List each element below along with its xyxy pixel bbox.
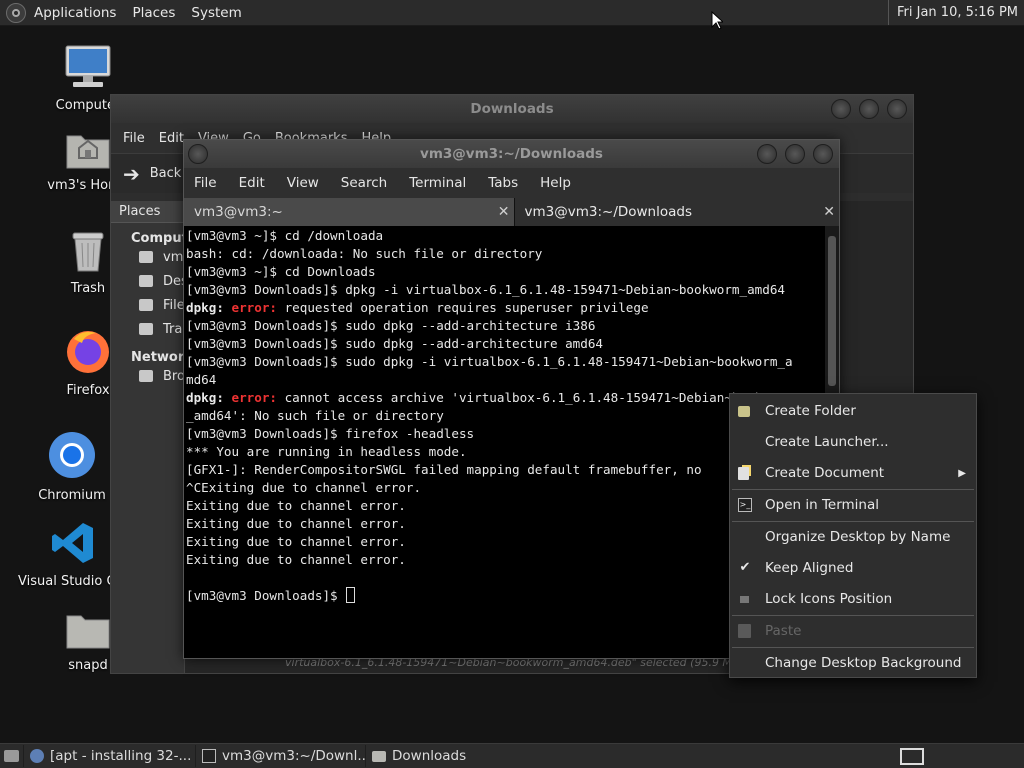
terminal-line: [vm3@vm3 Downloads]$ sudo dpkg -i virtua… [186, 354, 793, 369]
file-manager-titlebar[interactable]: Downloads [111, 95, 913, 123]
menu-item-organize-desktop[interactable]: Organize Desktop by Name [730, 522, 976, 553]
menu-item-open-terminal[interactable]: >_ Open in Terminal [730, 490, 976, 521]
menu-terminal[interactable]: Terminal [409, 175, 466, 191]
close-tab-icon[interactable]: ✕ [498, 198, 510, 226]
close-button[interactable] [887, 99, 907, 119]
terminal-line: [vm3@vm3 ~]$ cd /downloada [186, 228, 384, 243]
terminal-icon [202, 749, 216, 763]
trash-icon [72, 232, 104, 272]
applications-menu[interactable]: Applications [26, 5, 124, 21]
minimize-button[interactable] [757, 144, 777, 164]
system-menu[interactable]: System [183, 5, 249, 21]
close-button[interactable] [813, 144, 833, 164]
top-panel: Applications Places System Fri Jan 10, 5… [0, 0, 1024, 26]
home-icon [139, 251, 153, 263]
terminal-line: [vm3@vm3 Downloads]$ sudo dpkg --add-arc… [186, 336, 604, 351]
menu-file[interactable]: File [194, 175, 217, 191]
menu-edit[interactable]: Edit [159, 131, 184, 146]
workspace-switcher[interactable] [900, 748, 924, 765]
vscode-icon [52, 523, 93, 563]
paste-icon [738, 624, 751, 638]
back-arrow-icon[interactable]: ➔ [123, 162, 140, 186]
home-folder-icon [66, 135, 110, 169]
firefox-icon [67, 331, 109, 373]
menu-file[interactable]: File [123, 131, 145, 146]
trash-icon [139, 323, 153, 335]
menu-item-paste: Paste [730, 616, 976, 647]
scrollbar-thumb[interactable] [828, 236, 836, 386]
window-menu-button[interactable] [188, 144, 208, 164]
terminal-line: [vm3@vm3 ~]$ cd Downloads [186, 264, 376, 279]
terminal-cursor [346, 587, 356, 603]
maximize-button[interactable] [859, 99, 879, 119]
sidebar-item-trash[interactable]: Trash [111, 318, 184, 342]
places-sidebar: Places Computer vm3 Desktop File System … [111, 201, 185, 673]
tab-home[interactable]: vm3@vm3:~ ✕ [184, 198, 514, 226]
submenu-arrow-icon: ▶ [958, 468, 966, 479]
terminal-line: [vm3@vm3 Downloads]$ sudo dpkg --add-arc… [186, 318, 596, 333]
browser-icon [30, 749, 44, 763]
taskbar-item-browser[interactable]: [apt - installing 32-... [24, 745, 196, 767]
lock-icon [740, 596, 749, 603]
sidebar-section-network: Network [131, 350, 185, 365]
menu-item-create-document[interactable]: Create Document ▶ [730, 458, 976, 489]
maximize-button[interactable] [785, 144, 805, 164]
menu-item-create-launcher[interactable]: Create Launcher... [730, 427, 976, 458]
sidebar-item-browse-network[interactable]: Browse Network [111, 365, 184, 389]
drive-icon [139, 299, 153, 311]
desktop-icon [139, 275, 153, 287]
desktop-context-menu: Create Folder Create Launcher... Create … [729, 393, 977, 678]
terminal-menubar: File Edit View Search Terminal Tabs Help [184, 168, 839, 198]
terminal-titlebar[interactable]: vm3@vm3:~/Downloads [184, 140, 839, 168]
tab-label: vm3@vm3:~/Downloads [524, 204, 693, 220]
menu-item-change-background[interactable]: Change Desktop Background [730, 648, 976, 679]
taskbar-item-terminal[interactable]: vm3@vm3:~/Downl... [196, 745, 366, 767]
tab-downloads[interactable]: vm3@vm3:~/Downloads ✕ [513, 198, 839, 226]
terminal-tab-bar: vm3@vm3:~ ✕ vm3@vm3:~/Downloads ✕ [184, 198, 839, 226]
close-tab-icon[interactable]: ✕ [823, 198, 835, 226]
menu-search[interactable]: Search [341, 175, 387, 191]
folder-icon [372, 751, 386, 762]
checkmark-icon: ✔ [739, 560, 751, 575]
sidebar-item-desktop[interactable]: Desktop [111, 270, 184, 294]
bottom-panel: [apt - installing 32-... vm3@vm3:~/Downl… [0, 743, 1024, 768]
taskbar-item-downloads[interactable]: Downloads [366, 745, 536, 767]
new-document-icon [738, 467, 749, 480]
menu-item-lock-icons[interactable]: Lock Icons Position [730, 584, 976, 615]
distro-logo-icon[interactable] [6, 2, 26, 23]
new-folder-icon [738, 406, 750, 417]
window-title: vm3@vm3:~/Downloads [420, 146, 603, 162]
clock[interactable]: Fri Jan 10, 5:16 PM [888, 0, 1024, 25]
terminal-line: dpkg: error: requested operation require… [186, 300, 649, 315]
terminal-line: [vm3@vm3 Downloads]$ dpkg -i virtualbox-… [186, 282, 785, 297]
menu-item-create-folder[interactable]: Create Folder [730, 396, 976, 427]
terminal-icon: >_ [738, 498, 752, 512]
back-button[interactable]: Back [150, 166, 182, 181]
sidebar-item-home[interactable]: vm3 [111, 246, 184, 270]
desktop-icon [4, 750, 19, 762]
network-icon [139, 370, 153, 382]
menu-item-keep-aligned[interactable]: ✔ Keep Aligned [730, 553, 976, 584]
menu-view[interactable]: View [287, 175, 319, 191]
terminal-line: md64 [186, 372, 217, 387]
tab-label: vm3@vm3:~ [194, 204, 283, 220]
folder-icon [66, 615, 110, 649]
sidebar-section-computer: Computer [131, 231, 184, 246]
mouse-pointer-icon [711, 11, 723, 30]
minimize-button[interactable] [831, 99, 851, 119]
show-desktop-button[interactable] [0, 745, 24, 767]
terminal-line: bash: cd: /downloada: No such file or di… [186, 246, 543, 261]
computer-icon [65, 45, 111, 87]
menu-edit[interactable]: Edit [239, 175, 265, 191]
places-menu[interactable]: Places [124, 5, 183, 21]
menu-help[interactable]: Help [540, 175, 571, 191]
chromium-icon [49, 432, 95, 478]
sidebar-header[interactable]: Places [111, 201, 184, 223]
sidebar-item-filesystem[interactable]: File System [111, 294, 184, 318]
menu-tabs[interactable]: Tabs [488, 175, 518, 191]
window-title: Downloads [470, 101, 554, 117]
